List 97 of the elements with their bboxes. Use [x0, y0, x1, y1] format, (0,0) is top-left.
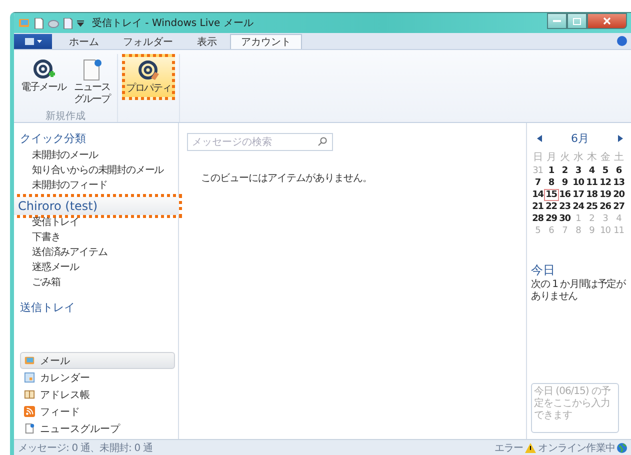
calendar-day[interactable]: 18 — [585, 190, 598, 200]
email-at-icon — [136, 59, 160, 83]
calendar-day[interactable]: 7 — [531, 178, 544, 188]
month-label: 6月 — [571, 131, 589, 146]
weekday-label: 火 — [558, 150, 571, 164]
weekday-label: 木 — [586, 150, 598, 164]
error-label[interactable]: エラー — [494, 440, 524, 454]
calendar-day[interactable]: 29 — [544, 214, 558, 224]
weekday-label: 土 — [612, 150, 625, 164]
app-icon — [18, 17, 30, 29]
maximize-icon — [573, 18, 581, 24]
calendar-day[interactable]: 26 — [598, 202, 612, 212]
folder-item[interactable]: 知り合いからの未開封のメール — [20, 163, 175, 178]
calendar-day[interactable]: 9 — [558, 178, 572, 188]
calendar-day[interactable]: 15 — [544, 190, 558, 200]
window-icon — [24, 38, 34, 45]
close-icon — [603, 17, 611, 25]
mail-icon — [24, 355, 35, 366]
group-label: 新規作成 — [46, 110, 86, 123]
status-text: メッセージ: 0 通、未開封: 0 通 — [18, 442, 153, 454]
account-header[interactable]: Chiroro (test) — [14, 197, 179, 215]
address-book-icon — [24, 389, 35, 400]
folder-item[interactable]: 未開封のメール — [20, 148, 175, 163]
calendar-day[interactable]: 13 — [612, 178, 626, 188]
today-summary: ありません — [531, 291, 579, 303]
folder-item[interactable]: 受信トレイ — [20, 215, 175, 230]
dropdown-icon[interactable] — [77, 20, 84, 26]
ribbon-tab[interactable]: アカウント — [230, 34, 302, 49]
calendar-day[interactable]: 17 — [572, 190, 585, 200]
folder-item[interactable]: 未開封のフィード — [20, 178, 175, 193]
calendar-day[interactable]: 28 — [531, 214, 544, 224]
app-menu-button[interactable] — [14, 34, 52, 49]
nav-item[interactable]: カレンダー — [20, 369, 175, 386]
calendar-day[interactable]: 8 — [544, 178, 558, 188]
window-title: 受信トレイ - Windows Live メール — [92, 16, 254, 30]
calendar-day[interactable]: 21 — [531, 202, 544, 212]
calendar-day[interactable]: 24 — [572, 202, 585, 212]
minimize-button[interactable] — [547, 13, 567, 29]
ribbon-tab[interactable]: ホーム — [58, 34, 110, 49]
nav-item[interactable]: アドレス帳 — [20, 386, 175, 403]
calendar-day[interactable]: 16 — [558, 190, 572, 200]
weekday-label: 水 — [572, 150, 584, 164]
calendar-day[interactable]: 19 — [598, 190, 612, 200]
ribbon-tab[interactable]: フォルダー — [112, 34, 184, 49]
ribbon-tab[interactable]: 表示 — [186, 34, 228, 49]
search-field[interactable]: メッセージの検索 — [187, 133, 333, 151]
calendar-day[interactable]: 14 — [531, 190, 544, 200]
nav-item[interactable]: ニュースグループ — [20, 420, 175, 437]
feed-icon — [24, 406, 35, 417]
folder-item[interactable]: 下書き — [20, 230, 175, 245]
globe-icon — [617, 442, 627, 452]
calendar-day[interactable]: 12 — [598, 178, 612, 188]
calendar-day[interactable]: 30 — [558, 214, 572, 224]
maximize-button[interactable] — [567, 13, 587, 29]
calendar-day[interactable]: 4 — [585, 166, 598, 176]
calendar-day[interactable]: 23 — [558, 202, 572, 212]
folder-item[interactable]: ごみ箱 — [20, 275, 175, 290]
section-heading[interactable]: 送信トレイ — [20, 300, 175, 315]
calendar-day[interactable]: 27 — [612, 202, 626, 212]
weekday-label: 月 — [545, 151, 558, 164]
calendar-day[interactable]: 2 — [558, 166, 572, 176]
ribbon-button[interactable]: 電子メール — [18, 54, 69, 109]
calendar-day[interactable]: 25 — [585, 202, 598, 212]
next-month-button[interactable] — [618, 135, 623, 142]
appointment-input-field[interactable]: 今日 (06/15) の予定をここから入力できます — [531, 383, 619, 433]
calendar-icon — [24, 372, 35, 383]
help-icon[interactable] — [617, 36, 627, 46]
today-summary: 次の 1 か月間は予定が — [531, 279, 627, 291]
ribbon-button[interactable]: プロパティ — [122, 54, 175, 100]
nav-item[interactable]: フィード — [20, 403, 175, 420]
close-button[interactable] — [587, 13, 627, 29]
folder-item[interactable]: 迷惑メール — [20, 260, 175, 275]
minimize-icon — [553, 20, 561, 22]
calendar-day[interactable]: 20 — [612, 190, 626, 200]
calendar-day[interactable]: 11 — [585, 178, 598, 188]
folder-item[interactable]: 送信済みアイテム — [20, 245, 175, 260]
document-icon — [24, 423, 35, 434]
search-icon — [318, 137, 327, 146]
weekday-label: 金 — [599, 151, 612, 164]
section-heading[interactable]: クイック分類 — [20, 131, 175, 146]
calendar-day[interactable]: 5 — [598, 166, 612, 176]
caret-icon — [36, 40, 42, 43]
previous-month-button[interactable] — [537, 135, 542, 142]
calendar-day[interactable]: 22 — [544, 202, 558, 212]
online-status[interactable]: オンライン作業中 — [538, 440, 615, 454]
new-document-icon[interactable] — [34, 18, 44, 28]
calendar-day[interactable]: 10 — [572, 178, 585, 188]
empty-message: このビューにはアイテムがありません。 — [201, 172, 373, 185]
calendar-day[interactable]: 1 — [544, 166, 558, 176]
nav-item[interactable]: メール — [20, 352, 175, 369]
ribbon-button[interactable]: ニュース グループ — [71, 54, 113, 109]
calendar-day[interactable]: 6 — [612, 166, 626, 176]
weekday-label: 日 — [532, 151, 544, 164]
calendar-day[interactable]: 3 — [572, 166, 585, 176]
document-icon[interactable] — [63, 18, 73, 28]
warning-icon[interactable] — [525, 442, 536, 452]
today-heading: 今日 — [531, 262, 556, 279]
